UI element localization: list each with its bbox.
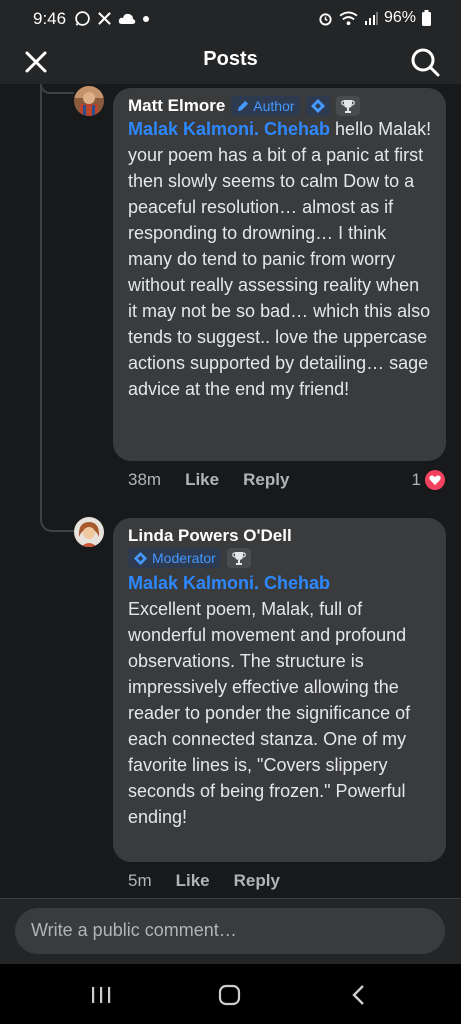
comment-time[interactable]: 5m [128,871,152,891]
top-fan-badge[interactable] [226,548,251,568]
comment-bubble[interactable]: Linda Powers O'Dell Moderator Malak Kalm… [113,518,446,862]
comment-author[interactable]: Matt Elmore [128,96,225,116]
comment-body: Malak Kalmoni. Chehab Excellent poem, Mal… [128,570,432,830]
moderator-icon-badge[interactable] [305,96,330,116]
notification-icons [74,10,150,27]
comment-header: Matt Elmore Author [128,96,432,116]
comment-composer: Write a public comment… [0,898,461,964]
whatsapp-icon [75,11,90,26]
moderator-badge[interactable]: Moderator [128,548,221,568]
trophy-icon [231,552,246,565]
comment-input[interactable]: Write a public comment… [15,908,445,954]
heart-icon [425,470,445,490]
status-time: 9:46 [33,9,67,28]
search-button[interactable] [409,46,441,78]
author-badge[interactable]: Author [231,96,300,116]
top-fan-badge[interactable] [335,96,360,116]
comment-time[interactable]: 38m [128,470,161,490]
trophy-icon [340,100,355,113]
comment-actions: 38m Like Reply [128,470,289,490]
mention-link[interactable]: Malak Kalmoni. Chehab [128,119,330,139]
reaction-summary[interactable]: 1 [412,470,445,490]
author-badge-label: Author [253,98,295,114]
pencil-icon [238,100,249,111]
system-icons: 96% [318,9,431,27]
reaction-count: 1 [411,470,421,489]
recents-icon [92,987,111,1003]
cloud-icon [118,13,136,24]
comment-text: hello Malak! your poem has a bit of a pa… [128,119,432,399]
search-icon [411,48,440,77]
thread-connector-curve [40,84,74,94]
back-button[interactable] [346,982,372,1008]
back-icon [352,985,364,1005]
alarm-icon [319,12,332,26]
thread-connector [40,84,42,514]
reply-button[interactable]: Reply [243,470,289,490]
app-header: Posts [0,38,461,84]
x-icon [98,12,111,25]
thread-connector-curve [40,502,74,532]
signal-icon [364,12,378,25]
shield-diamond-icon [133,551,148,565]
avatar[interactable] [74,86,104,116]
comment-header: Linda Powers O'Dell [128,526,432,546]
like-button[interactable]: Like [176,871,210,891]
comment-thread[interactable]: Matt Elmore Author Malak Kalmoni. Chehab… [0,84,461,898]
page-title: Posts [203,48,258,70]
recents-button[interactable] [88,982,114,1008]
mention-link[interactable]: Malak Kalmoni. Chehab [128,573,330,593]
battery-percent: 96% [383,9,416,26]
status-bar: 9:46 96% [0,0,461,38]
shield-diamond-icon [310,99,325,113]
reply-button[interactable]: Reply [234,871,280,891]
wifi-icon [339,10,358,25]
system-nav-bar [0,964,461,1024]
comment-author[interactable]: Linda Powers O'Dell [128,526,292,546]
home-button[interactable] [217,982,243,1008]
comment-bubble[interactable]: Matt Elmore Author Malak Kalmoni. Chehab… [113,88,446,461]
comment-body: Malak Kalmoni. Chehab hello Malak! your … [128,116,432,402]
comment-actions: 5m Like Reply [128,871,280,891]
avatar[interactable] [74,517,104,547]
comment-badges: Moderator [128,548,432,568]
dot-icon [143,15,149,22]
comment-text: Excellent poem, Malak, full of wonderful… [128,599,411,827]
like-button[interactable]: Like [185,470,219,490]
home-icon [218,984,241,1006]
moderator-badge-label: Moderator [152,550,216,566]
battery-icon [422,10,431,26]
